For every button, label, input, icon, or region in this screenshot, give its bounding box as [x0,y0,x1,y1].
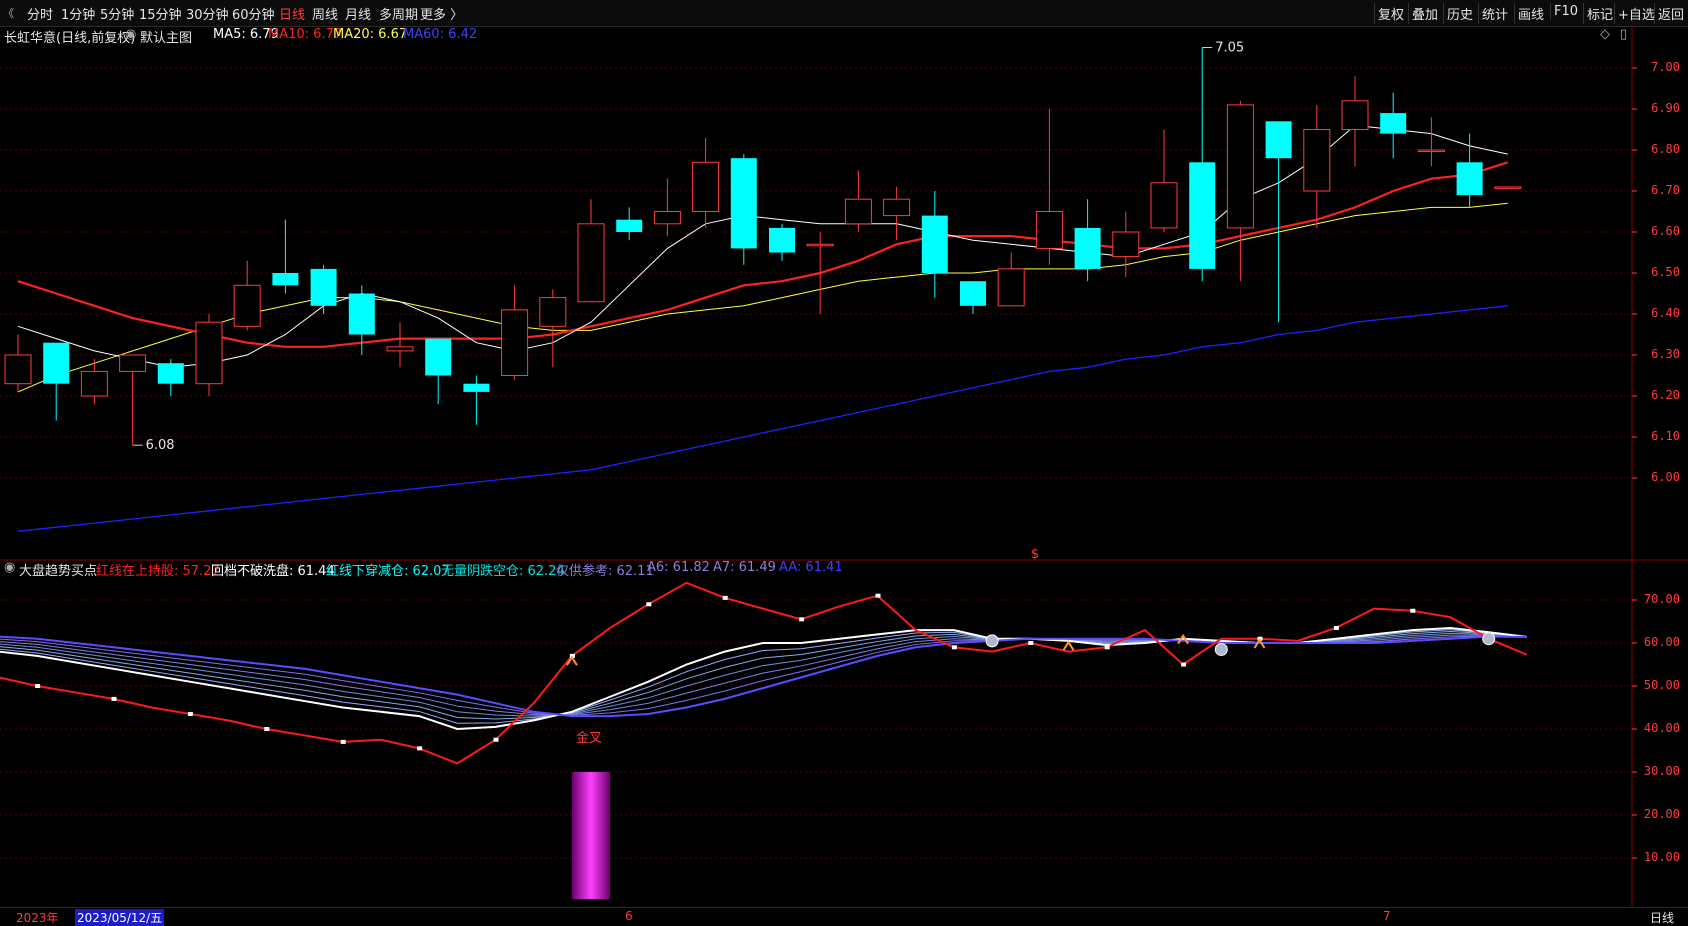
fan-line [0,634,1527,716]
sub-axis-label: 20.00 [1643,807,1680,821]
main-axis-label: 6.40 [1651,306,1680,320]
red-line-dot [1333,625,1339,630]
candle-down [960,281,986,306]
main-axis-label: 6.50 [1651,265,1680,279]
candle-up [1150,182,1178,229]
red-line-dot [951,645,957,650]
main-axis-label: 6.90 [1651,101,1680,115]
red-line-dot [799,617,805,622]
candle-up [1303,129,1331,192]
candle-down [463,383,490,392]
candle-up [1341,100,1369,131]
candle-down [1265,121,1292,159]
signal-bar [572,772,610,899]
candle-up [1112,231,1140,258]
candle-up [883,198,911,217]
wash-signal-icon [1482,632,1496,646]
cursor-date: 2023/05/12/五 [75,909,165,926]
candle-down [730,158,757,249]
red-line-dot [35,684,41,688]
main-axis-label: 6.10 [1651,429,1680,443]
candle-up [692,161,720,213]
candle-up [577,223,605,303]
red-line-dot [340,739,346,744]
candle-up [501,309,529,376]
candle-up [1035,211,1063,249]
candle-down [1380,113,1407,134]
candle-down [1074,227,1101,269]
main-axis-label: 6.80 [1651,142,1680,156]
candle-down [616,219,643,232]
fan-line [0,635,1527,716]
purple-line [0,635,1527,718]
month-7-label: 7 [1383,909,1391,923]
candle-up [386,346,414,352]
candle-up [653,211,681,225]
red-line-dot [722,595,728,600]
candle-up [1417,149,1445,152]
red-line-dot [264,727,270,731]
sub-axis-label: 70.00 [1643,592,1680,606]
main-axis-label: 7.00 [1651,60,1680,74]
wash-signal-icon [1214,642,1228,656]
red-line-dot [187,711,193,716]
candle-down [310,268,337,306]
ma5-line [17,124,1508,368]
sub-axis-label: 50.00 [1643,678,1680,692]
fan-line [0,631,1527,720]
main-axis-label: 6.00 [1651,470,1680,484]
red-line-dot [417,746,423,751]
sub-axis-label: 10.00 [1643,850,1680,864]
candle-up [844,198,872,225]
candle-up [997,268,1025,307]
candle-down [157,363,184,384]
candle-down [769,227,795,253]
red-line-dot [1181,662,1187,667]
main-axis-label: 6.20 [1651,388,1680,402]
candle-down [348,293,375,335]
candle-down [1456,162,1483,196]
red-line-dot [875,593,881,598]
sub-axis-label: 30.00 [1643,764,1680,778]
red-line-dot [646,602,652,607]
high-label: 7.05 [1215,41,1244,56]
candle-up [195,321,223,385]
candle-down [1189,162,1216,269]
golden-cross-label: 金叉 [576,730,602,746]
candle-up [806,243,834,247]
candle-down [272,273,299,286]
candle-up [4,354,32,385]
red-line-dot [1410,608,1416,613]
red-line-dot [1104,645,1110,650]
candle-down [43,342,70,384]
candle-up [119,354,147,372]
candle-down [921,215,948,273]
buy-signal-icon [566,655,578,666]
sub-axis-label: 40.00 [1643,721,1680,735]
wash-signal-icon [985,634,999,648]
kline-chart[interactable]: 7.05 6.08 $ 金叉 [0,0,1688,925]
candle-up [80,370,108,397]
red-line-dot [111,696,117,701]
main-axis-label: 6.30 [1651,347,1680,361]
dividend-marker: $ [1031,547,1039,562]
main-axis-label: 6.60 [1651,224,1680,238]
month-6-label: 6 [625,909,633,923]
ma60-line [17,305,1508,532]
red-line-dot [493,737,499,742]
candle-up [539,297,567,327]
fan-line [0,632,1527,717]
candle-up [1226,104,1254,229]
date-bar: 2023年 2023/05/12/五 6 7 日线 [0,907,1688,926]
candle-down [425,338,452,376]
main-axis-label: 6.70 [1651,183,1680,197]
year-label: 2023年 [16,911,59,925]
candle-up [233,284,261,327]
period-label: 日线 [1650,911,1675,925]
red-line-dot [1028,641,1034,645]
low-label: 6.08 [146,438,175,453]
candle-up [1494,186,1522,189]
sub-axis-label: 60.00 [1643,635,1680,649]
